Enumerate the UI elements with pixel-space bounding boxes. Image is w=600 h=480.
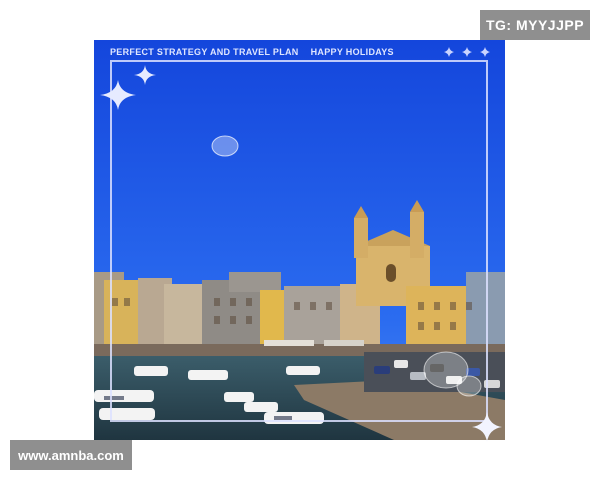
strip-right-text: HAPPY HOLIDAYS [310,47,394,57]
sparkle-icon [444,47,454,57]
sparkle-icon [462,47,472,57]
harbor-photo [94,40,505,440]
caption-strip: PERFECT STRATEGY AND TRAVEL PLAN HAPPY H… [110,45,490,59]
sparkle-icon [472,412,502,442]
strip-left-text: PERFECT STRATEGY AND TRAVEL PLAN [110,47,299,57]
url-watermark: www.amnba.com [10,440,132,470]
tg-watermark: TG: MYYJJPP [480,10,590,40]
sparkle-icon [480,47,490,57]
sparkle-icon [134,65,156,85]
sparkle-row [444,47,490,57]
